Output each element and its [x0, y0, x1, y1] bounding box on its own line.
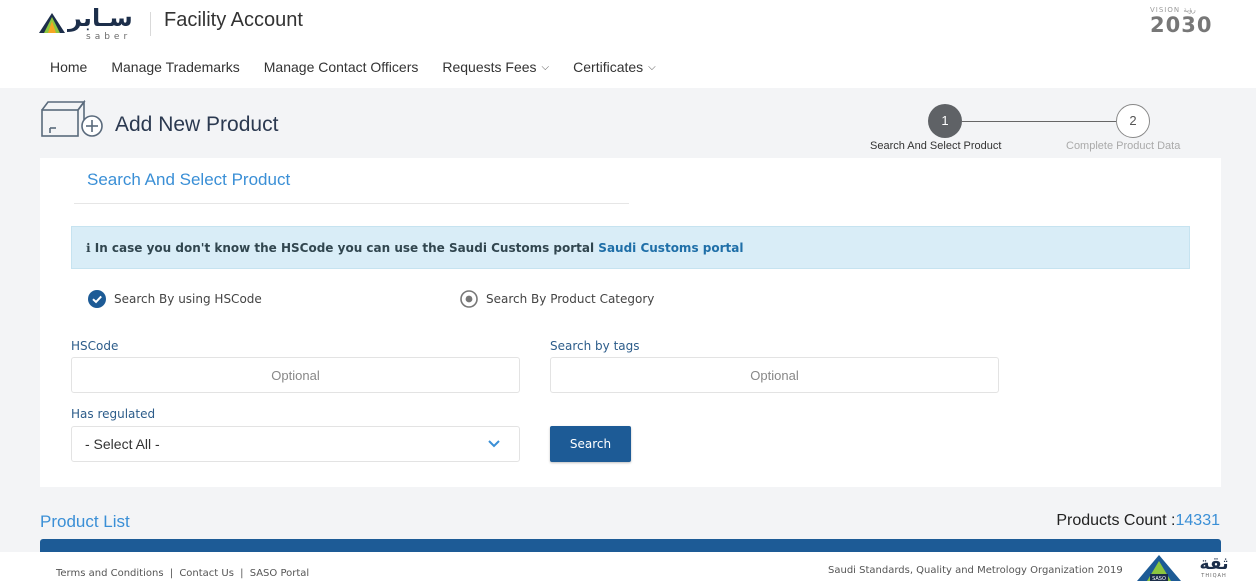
- radio-search-by-hscode[interactable]: Search By using HSCode: [88, 289, 262, 309]
- thiqah-logo-latin: THIQAH: [1201, 573, 1227, 579]
- tags-search-input[interactable]: [550, 357, 999, 393]
- step-2-label: Complete Product Data: [1066, 140, 1181, 152]
- title-divider: [150, 12, 151, 36]
- has-regulated-label: Has regulated: [71, 407, 156, 421]
- step-1-indicator: 1: [928, 104, 962, 138]
- thiqah-logo: ثقة THIQAH: [1190, 555, 1238, 579]
- chevron-down-icon: ⌵: [541, 61, 550, 73]
- wizard-stepper: 1 2 Search And Select Product Complete P…: [868, 104, 1208, 156]
- page-footer: Terms and Conditions | Contact Us | SASO…: [0, 552, 1256, 584]
- saber-tent-icon: [39, 13, 65, 33]
- saso-logo: SASO: [1137, 555, 1181, 582]
- hscode-input[interactable]: [71, 357, 520, 393]
- saber-logo-latin: saber: [86, 32, 132, 42]
- nav-manage-contact-officers-label: Manage Contact Officers: [263, 59, 419, 75]
- card-title-divider: [74, 203, 629, 204]
- products-count-value: 14331: [1175, 512, 1221, 529]
- nav-certificates[interactable]: Certificates ⌵: [573, 59, 656, 75]
- product-list-title: Product List: [40, 512, 130, 531]
- app-title: Facility Account: [164, 9, 303, 31]
- saber-logo-arabic: سـابر: [68, 4, 133, 32]
- footer-separator: |: [240, 568, 244, 579]
- vision-year: 2030: [1150, 13, 1213, 37]
- tags-label: Search by tags: [550, 339, 640, 353]
- has-regulated-value: - Select All -: [85, 436, 160, 452]
- products-count-label: Products Count :: [1056, 512, 1176, 529]
- main-content: Add New Product 1 2 Search And Select Pr…: [0, 88, 1256, 553]
- radio-search-by-category[interactable]: Search By Product Category: [460, 289, 654, 309]
- checked-circle-icon: [88, 290, 106, 308]
- footer-links: Terms and Conditions | Contact Us | SASO…: [56, 568, 309, 579]
- search-card: Search And Select Product ℹ In case you …: [40, 158, 1221, 487]
- footer-separator: |: [169, 568, 174, 579]
- search-card-title: Search And Select Product: [87, 170, 291, 189]
- nav-manage-trademarks-label: Manage Trademarks: [111, 59, 240, 75]
- thiqah-logo-arabic: ثقة: [1199, 554, 1229, 574]
- contact-us-link[interactable]: Contact Us: [179, 568, 234, 579]
- step-1-label: Search And Select Product: [870, 140, 1002, 152]
- chevron-down-icon: ⌵: [648, 61, 656, 73]
- info-icon: ℹ: [86, 241, 91, 255]
- radio-hscode-label: Search By using HSCode: [114, 292, 262, 306]
- nav-requests-fees-label: Requests Fees: [442, 59, 537, 75]
- saso-logo-text: SASO: [1152, 576, 1166, 582]
- saudi-customs-portal-link[interactable]: Saudi Customs portal: [598, 241, 743, 255]
- product-list-table-header: [40, 539, 1221, 553]
- products-count: Products Count :14331: [1056, 512, 1220, 530]
- alert-message: In case you don't know the HSCode you ca…: [94, 241, 595, 255]
- main-nav: Home Manage Trademarks Manage Contact Of…: [50, 56, 680, 78]
- nav-certificates-label: Certificates: [573, 59, 644, 75]
- saber-logo[interactable]: سـابر saber: [38, 4, 146, 42]
- nav-home-label: Home: [50, 59, 88, 75]
- saso-portal-link[interactable]: SASO Portal: [250, 568, 310, 579]
- search-button[interactable]: Search: [550, 426, 631, 462]
- step-2-indicator: 2: [1116, 104, 1150, 138]
- has-regulated-select[interactable]: - Select All -: [71, 426, 520, 462]
- vision-2030-logo: VISION رؤية 2030: [1150, 6, 1220, 46]
- terms-link[interactable]: Terms and Conditions: [56, 568, 164, 579]
- nav-manage-trademarks[interactable]: Manage Trademarks: [111, 59, 239, 75]
- copyright-text: Saudi Standards, Quality and Metrology O…: [828, 565, 1123, 576]
- step-connector: [962, 121, 1116, 122]
- nav-home[interactable]: Home: [50, 59, 87, 75]
- chevron-down-icon: [488, 440, 500, 448]
- page-title: Add New Product: [115, 113, 279, 136]
- hscode-label: HSCode: [71, 339, 119, 353]
- app-header: سـابر saber Facility Account VISION رؤية…: [0, 0, 1256, 88]
- nav-manage-contact-officers[interactable]: Manage Contact Officers: [264, 59, 419, 75]
- add-product-box-icon: [41, 100, 103, 137]
- hscode-info-alert: ℹ In case you don't know the HSCode you …: [71, 226, 1190, 269]
- radio-unselected-icon: [460, 290, 478, 308]
- radio-category-label: Search By Product Category: [486, 292, 655, 306]
- nav-requests-fees[interactable]: Requests Fees ⌵: [442, 59, 549, 75]
